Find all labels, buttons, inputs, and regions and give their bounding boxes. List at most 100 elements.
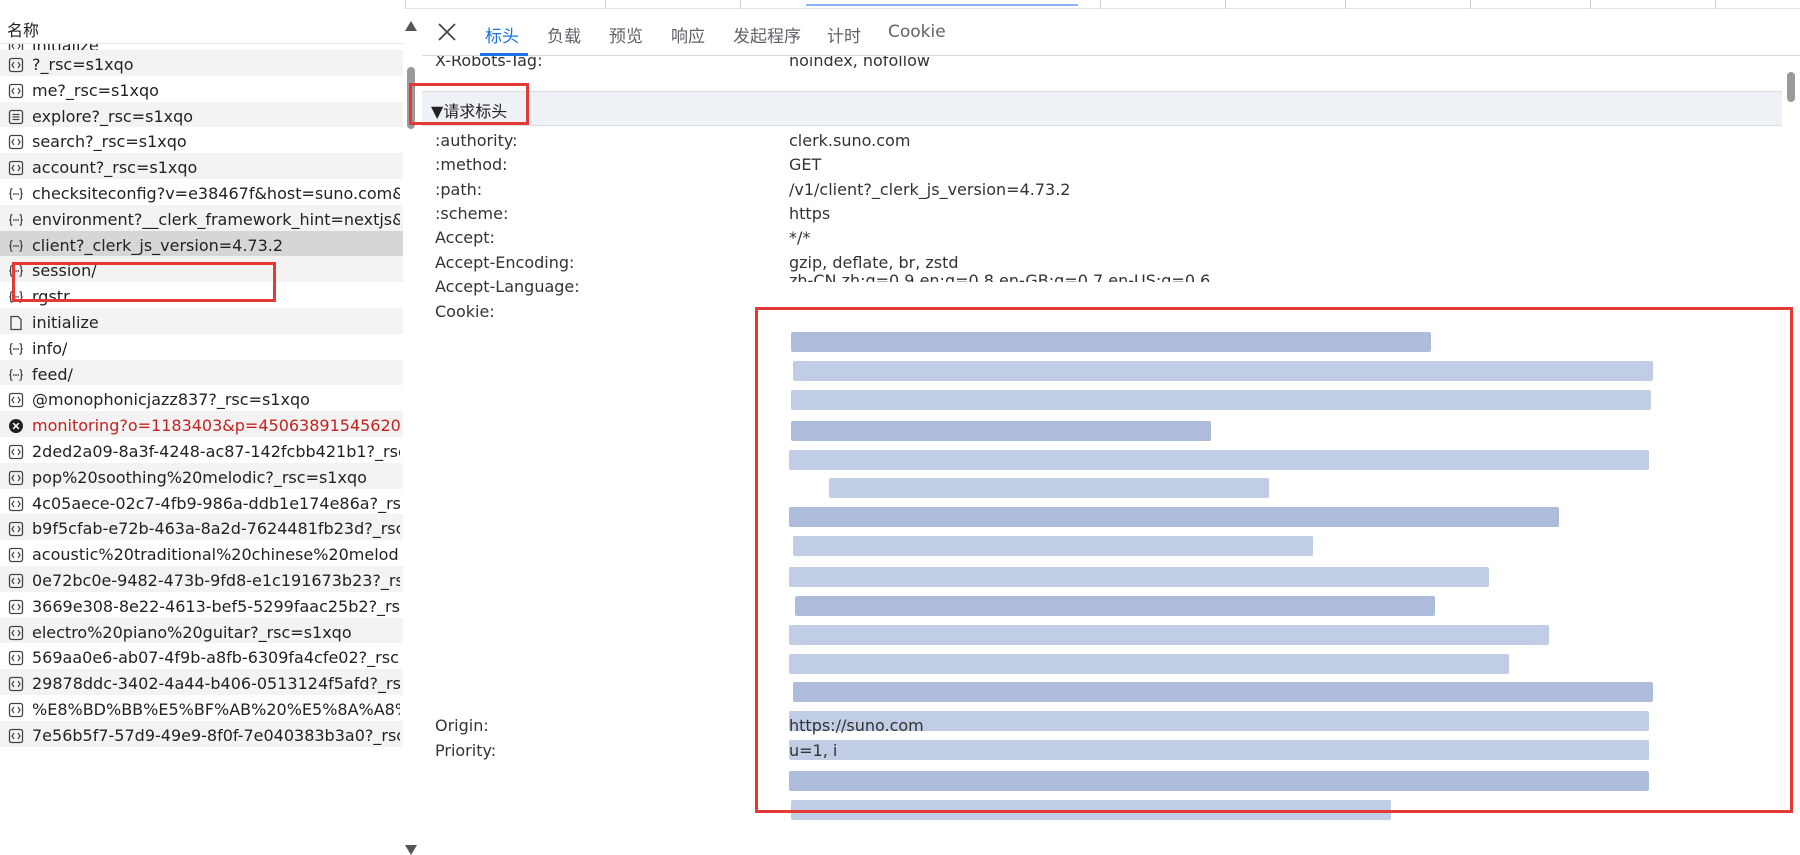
request-name: 7e56b5f7-57d9-49e9-8f0f-7e040383b3a0?_rs… xyxy=(32,725,400,745)
request-row[interactable]: ?_rsc=s1xqo xyxy=(0,50,403,76)
request-name: 569aa0e6-ab07-4f9b-a8fb-6309fa4cfe02?_rs… xyxy=(32,648,400,668)
redaction-blur xyxy=(791,420,1211,441)
request-name: explore?_rsc=s1xqo xyxy=(32,106,194,126)
header-name-method: :method: xyxy=(435,155,508,174)
request-name: initialize xyxy=(32,312,99,332)
redaction-blur xyxy=(793,360,1653,381)
header-name-accept: Accept: xyxy=(435,228,495,247)
details-scrollbar[interactable] xyxy=(1782,56,1800,855)
header-name-priority: Priority: xyxy=(435,741,497,760)
doc-brackets-icon xyxy=(8,573,24,589)
doc-brackets-icon xyxy=(8,650,24,666)
header-value: noindex, nofollow xyxy=(789,56,930,70)
request-row[interactable]: 3669e308-8e22-4613-bef5-5299faac25b2?_rs… xyxy=(0,592,403,618)
request-row[interactable]: explore?_rsc=s1xqo xyxy=(0,101,403,128)
error-icon xyxy=(8,418,24,434)
request-row[interactable]: 0e72bc0e-9482-473b-9fd8-e1c191673b23?_rs… xyxy=(0,565,403,592)
doc-brackets-icon xyxy=(8,521,24,537)
header-name-path: :path: xyxy=(435,180,483,199)
request-name: 3669e308-8e22-4613-bef5-5299faac25b2?_rs… xyxy=(32,596,400,616)
fetch-braces-icon xyxy=(8,367,24,383)
redaction-blur xyxy=(829,478,1269,499)
request-row[interactable]: 7e56b5f7-57d9-49e9-8f0f-7e040383b3a0?_rs… xyxy=(0,720,403,747)
redaction-blur xyxy=(795,596,1435,616)
request-name: 2ded2a09-8a3f-4248-ac87-142fcbb421b1?_rs… xyxy=(32,441,400,461)
request-row[interactable]: @monophonicjazz837?_rsc=s1xqo xyxy=(0,385,403,411)
request-row[interactable]: feed/ xyxy=(0,359,403,386)
header-value-priority: u=1, i xyxy=(789,741,838,760)
request-name: ?_rsc=s1xqo xyxy=(32,55,134,74)
scroll-thumb[interactable] xyxy=(407,67,415,129)
tab-headers[interactable]: 标头 xyxy=(485,22,519,47)
details-scroll-thumb[interactable] xyxy=(1787,72,1795,102)
request-row[interactable]: rgstr xyxy=(0,282,403,308)
request-row[interactable]: %E8%BD%BB%E5%BF%AB%20%E5%8A%A8%E... xyxy=(0,695,403,721)
request-name: rgstr xyxy=(32,287,70,307)
redaction-blur xyxy=(789,771,1649,792)
request-name: acoustic%20traditional%20chinese%20melod… xyxy=(32,545,400,565)
header-value-accept-language: zh-CN,zh;q=0.9,en;q=0.8,en-GB;q=0.7,en-U… xyxy=(789,271,1211,290)
request-name: account?_rsc=s1xqo xyxy=(32,158,198,178)
request-name: @monophonicjazz837?_rsc=s1xqo xyxy=(32,390,310,410)
header-value-origin: https://suno.com xyxy=(789,716,924,735)
tab-cookies[interactable]: Cookie xyxy=(888,22,946,42)
request-name: monitoring?o=1183403&p=4506389154562048 xyxy=(32,416,400,436)
request-row[interactable]: b9f5cfab-e72b-463a-8a2d-7624481fb23d?_rs… xyxy=(0,514,403,541)
header-value-authority: clerk.suno.com xyxy=(789,131,911,150)
tab-response[interactable]: 响应 xyxy=(671,22,705,47)
request-name: 4c05aece-02c7-4fb9-986a-ddb1e174e86a?_rs… xyxy=(32,493,400,513)
redaction-blur xyxy=(791,800,1391,820)
tab-preview[interactable]: 预览 xyxy=(609,22,643,47)
request-row[interactable]: 29878ddc-3402-4a44-b406-0513124f5afd?_rs… xyxy=(0,669,403,695)
tab-initiator[interactable]: 发起程序 xyxy=(733,22,801,47)
request-headers-title: ▼请求标头 xyxy=(431,102,508,121)
name-column-header[interactable]: 名称 xyxy=(0,9,405,44)
redaction-blur xyxy=(789,449,1649,470)
redaction-blur xyxy=(791,332,1431,352)
fetch-braces-icon xyxy=(8,212,24,228)
request-name: pop%20soothing%20melodic?_rsc=s1xqo xyxy=(32,467,367,487)
doc-brackets-icon xyxy=(8,547,24,563)
request-name: me?_rsc=s1xqo xyxy=(32,80,159,100)
doc-brackets-icon xyxy=(8,444,24,460)
close-icon[interactable] xyxy=(436,21,458,43)
request-name: feed/ xyxy=(32,364,73,384)
request-name: environment?__clerk_framework_hint=nextj… xyxy=(32,209,400,229)
request-row[interactable]: 2ded2a09-8a3f-4248-ac87-142fcbb421b1?_rs… xyxy=(0,437,403,463)
request-name: search?_rsc=s1xqo xyxy=(32,132,187,152)
doc-brackets-icon xyxy=(8,496,24,512)
request-row[interactable]: checksiteconfig?v=e38467f&host=suno.com&… xyxy=(0,179,403,205)
devtools-network-panel: 名称 initialize ?_rsc=s1xqo me?_rsc=s1xqoexp… xyxy=(0,0,1800,855)
scroll-up-arrow-icon[interactable] xyxy=(405,21,417,31)
request-row[interactable]: pop%20soothing%20melodic?_rsc=s1xqo xyxy=(0,462,403,489)
request-row[interactable]: account?_rsc=s1xqo xyxy=(0,153,403,179)
request-list: initialize ?_rsc=s1xqo me?_rsc=s1xqoexplor… xyxy=(0,44,403,747)
document-icon xyxy=(8,109,24,125)
request-name: info/ xyxy=(32,338,68,358)
request-row[interactable]: acoustic%20traditional%20chinese%20melod… xyxy=(0,540,403,566)
header-value-scheme: https xyxy=(789,204,831,223)
request-row[interactable]: monitoring?o=1183403&p=4506389154562048 xyxy=(0,411,403,437)
redaction-blur xyxy=(793,536,1313,556)
redaction-blur xyxy=(789,507,1559,528)
request-row[interactable]: session/ xyxy=(0,256,403,283)
fetch-braces-icon xyxy=(8,238,24,254)
request-row[interactable]: search?_rsc=s1xqo xyxy=(0,127,403,153)
redaction-blur xyxy=(793,682,1653,703)
tab-payload[interactable]: 负载 xyxy=(547,22,581,47)
request-row[interactable]: environment?__clerk_framework_hint=nextj… xyxy=(0,204,403,231)
header-value-path: /v1/client?_clerk_js_version=4.73.2 xyxy=(789,180,1071,199)
request-row[interactable]: 4c05aece-02c7-4fb9-986a-ddb1e174e86a?_rs… xyxy=(0,489,403,515)
request-list-scrollbar[interactable] xyxy=(403,9,418,855)
tab-timing[interactable]: 计时 xyxy=(827,22,861,47)
request-name: checksiteconfig?v=e38467f&host=suno.com&… xyxy=(32,183,400,203)
header-value-method: GET xyxy=(789,155,822,174)
request-row[interactable]: info/ xyxy=(0,334,403,360)
request-headers-section[interactable]: ▼请求标头 xyxy=(422,91,1782,126)
request-row[interactable]: initialize xyxy=(0,307,403,334)
request-row[interactable]: me?_rsc=s1xqo xyxy=(0,76,403,102)
request-row[interactable]: electro%20piano%20guitar?_rsc=s1xqo xyxy=(0,617,403,644)
request-row[interactable]: 569aa0e6-ab07-4f9b-a8fb-6309fa4cfe02?_rs… xyxy=(0,643,403,669)
request-row[interactable]: client?_clerk_js_version=4.73.2 xyxy=(0,230,403,257)
scroll-down-arrow-icon[interactable] xyxy=(405,845,417,855)
